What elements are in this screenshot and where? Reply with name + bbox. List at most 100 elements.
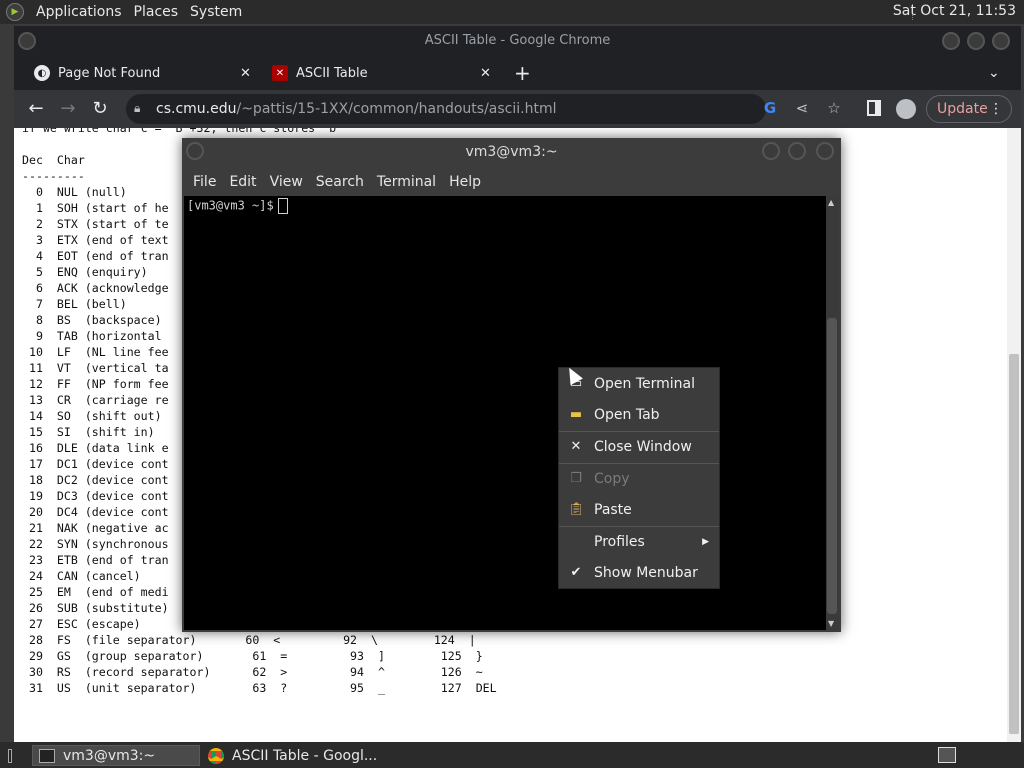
terminal-menubar: File Edit View Search Terminal Help: [182, 168, 841, 196]
menu-item-label: Close Window: [594, 439, 692, 455]
task-terminal[interactable]: vm3@vm3:~: [32, 745, 200, 766]
minimize-icon[interactable]: [762, 142, 780, 160]
ascii-table-line: 29 GS (group separator) 61 = 93 ] 125 }: [22, 649, 483, 663]
globe-icon: ◐: [34, 65, 50, 81]
menu-file[interactable]: File: [188, 174, 224, 190]
scroll-down-arrow-icon[interactable]: ▼: [828, 619, 834, 628]
close-tab-icon[interactable]: ✕: [480, 66, 491, 81]
task-label: vm3@vm3:~: [63, 747, 156, 764]
terminal-prompt: [vm3@vm3 ~]$: [187, 198, 274, 213]
ascii-table-line: 28 FS (file separator) 60 < 92 \ 124 |: [22, 633, 476, 647]
bookmark-star-icon[interactable]: ☆: [824, 99, 844, 117]
clock[interactable]: Sat Oct 21, 11:53: [893, 3, 1016, 19]
tab-label: Page Not Found: [58, 65, 161, 81]
window-menu-icon[interactable]: [18, 32, 36, 50]
terminal-icon: [39, 748, 55, 763]
terminal-title: vm3@vm3:~: [465, 144, 558, 160]
menu-applications[interactable]: Applications: [30, 4, 128, 20]
menu-separator: [559, 431, 719, 432]
url-text[interactable]: cs.cmu.edu/~pattis/15-1XX/common/handout…: [156, 101, 556, 117]
ascii-table-line: if we write char c = 'B'+32; then c stor…: [22, 128, 344, 135]
task-chrome[interactable]: ASCII Table - Googl...: [202, 745, 402, 766]
menu-item-label: Open Terminal: [594, 376, 696, 392]
google-lens-icon[interactable]: G: [760, 99, 780, 117]
terminal-context-menu: ▭ Open Terminal ▬ Open Tab ✕ Close Windo…: [558, 367, 720, 589]
bottom-taskbar: vm3@vm3:~ ASCII Table - Googl...: [0, 742, 1024, 768]
submenu-arrow-icon: ▶: [702, 537, 709, 547]
copy-icon: ❐: [570, 471, 582, 486]
menu-item-paste[interactable]: 📋︎ Paste: [559, 496, 719, 524]
scroll-up-arrow-icon[interactable]: ▲: [828, 198, 834, 207]
share-icon[interactable]: ⋖: [792, 99, 812, 117]
terminal-scrollbar-thumb[interactable]: [827, 318, 837, 614]
menu-item-label: Show Menubar: [594, 565, 698, 581]
text-cursor: [277, 198, 288, 214]
paste-icon: 📋︎: [568, 502, 585, 517]
menu-item-copy: ❐ Copy: [559, 465, 719, 493]
site-favicon-icon: ✕: [272, 65, 288, 81]
terminal-screen[interactable]: [vm3@vm3 ~]$: [184, 196, 826, 630]
check-icon: ✔: [570, 565, 582, 580]
menu-places[interactable]: Places: [128, 4, 185, 20]
menu-view[interactable]: View: [265, 174, 311, 190]
tab-search-chevron-icon[interactable]: ⌄: [988, 58, 1000, 88]
close-icon: ✕: [570, 439, 582, 454]
close-window-icon[interactable]: [816, 142, 834, 160]
window-menu-icon[interactable]: [186, 142, 204, 160]
chrome-toolbar: ← → ↻ 🔒︎ cs.cmu.edu/~pattis/15-1XX/commo…: [14, 90, 1021, 128]
terminal-titlebar[interactable]: vm3@vm3:~: [182, 138, 841, 168]
menu-item-profiles[interactable]: Profiles ▶: [559, 528, 719, 556]
new-tab-plus-icon[interactable]: +: [514, 58, 531, 88]
tab-page-not-found[interactable]: ◐ Page Not Found ✕: [34, 58, 259, 88]
maximize-icon[interactable]: [788, 142, 806, 160]
menu-edit[interactable]: Edit: [224, 174, 264, 190]
menu-item-show-menubar[interactable]: ✔ Show Menubar: [559, 559, 719, 587]
update-label: Update: [937, 101, 988, 117]
show-desktop-icon[interactable]: [2, 745, 20, 766]
menu-help[interactable]: Help: [444, 174, 489, 190]
page-scrollbar-thumb[interactable]: [1009, 354, 1019, 734]
minimize-icon[interactable]: [942, 32, 960, 50]
menu-item-open-tab[interactable]: ▬ Open Tab: [559, 401, 719, 429]
top-panel: ▶ Applications Places System Sat Oct 21,…: [0, 0, 1024, 24]
chrome-icon: [208, 747, 224, 764]
side-panel-icon[interactable]: [867, 100, 881, 116]
workspace-switcher-icon[interactable]: [938, 747, 956, 763]
close-tab-icon[interactable]: ✕: [240, 66, 251, 81]
update-button[interactable]: Update ⋮: [926, 95, 1012, 123]
menu-terminal[interactable]: Terminal: [372, 174, 444, 190]
tab-strip: ◐ Page Not Found ✕ ✕ ASCII Table ✕ + ⌄: [14, 56, 1021, 90]
menu-item-label: Copy: [594, 471, 630, 487]
lock-icon[interactable]: 🔒︎: [134, 101, 140, 116]
terminal-window: vm3@vm3:~ File Edit View Search Terminal…: [182, 138, 841, 632]
reload-icon[interactable]: ↻: [88, 98, 112, 120]
profile-avatar-icon[interactable]: [896, 99, 916, 119]
tab-icon: ▬: [569, 407, 583, 422]
terminal-scrollbar[interactable]: ▲ ▼: [826, 196, 839, 630]
tab-ascii-table[interactable]: ✕ ASCII Table ✕: [272, 58, 497, 88]
tab-label: ASCII Table: [296, 65, 368, 81]
maximize-icon[interactable]: [967, 32, 985, 50]
menu-item-label: Profiles: [594, 534, 645, 550]
menu-item-close-window[interactable]: ✕ Close Window: [559, 433, 719, 461]
back-arrow-icon[interactable]: ←: [24, 98, 48, 120]
menu-item-open-terminal[interactable]: ▭ Open Terminal: [559, 370, 719, 398]
forward-arrow-icon[interactable]: →: [56, 98, 80, 120]
applications-logo-icon[interactable]: ▶: [6, 3, 24, 21]
task-label: ASCII Table - Googl...: [232, 747, 378, 764]
menu-separator: [559, 463, 719, 464]
page-scrollbar[interactable]: [1007, 128, 1021, 742]
close-window-icon[interactable]: [992, 32, 1010, 50]
address-bar[interactable]: 🔒︎ cs.cmu.edu/~pattis/15-1XX/common/hand…: [126, 94, 841, 124]
terminal-prompt-line: [vm3@vm3 ~]$: [187, 198, 288, 214]
menu-item-label: Open Tab: [594, 407, 660, 423]
ascii-table-line: 30 RS (record separator) 62 > 94 ^ 126 ~: [22, 665, 483, 679]
menu-search[interactable]: Search: [311, 174, 372, 190]
menu-system[interactable]: System: [184, 4, 248, 20]
menu-dots-icon[interactable]: ⋮: [989, 96, 1003, 122]
desktop-icon: [8, 748, 12, 763]
menu-item-label: Paste: [594, 502, 632, 518]
chrome-titlebar[interactable]: ASCII Table - Google Chrome: [14, 26, 1021, 56]
url-path: /~pattis/15-1XX/common/handouts/ascii.ht…: [236, 101, 557, 117]
chrome-window-title: ASCII Table - Google Chrome: [424, 33, 611, 48]
